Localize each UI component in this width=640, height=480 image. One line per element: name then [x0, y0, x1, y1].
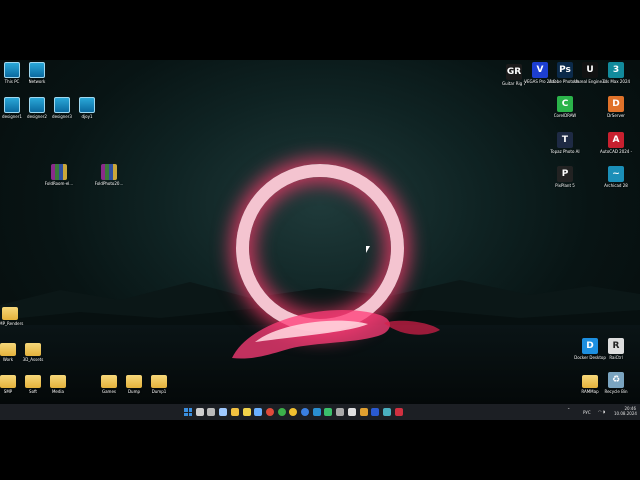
app-icon: T [557, 132, 573, 148]
media-icon[interactable] [254, 408, 262, 416]
folder-icon [2, 307, 18, 320]
desktop-icon-3d-assets[interactable]: 3D_Assets [17, 340, 49, 362]
desktop-icon-label: Media [51, 389, 64, 394]
app-icon: ~ [608, 166, 624, 182]
chrome-icon-3[interactable] [289, 408, 297, 416]
folder-icon [582, 375, 598, 388]
app-icon-red[interactable] [395, 408, 403, 416]
desktop-icon-label: SMP_Renders [0, 321, 24, 326]
desktop-icon-pixplant-5[interactable]: P PixPlant 5 [549, 166, 581, 188]
desktop-icon-foldroom-el[interactable]: FoldRoom-el... [43, 164, 75, 186]
desktop-icon-3ds-max-2024[interactable]: 3 3ds Max 2024 [600, 62, 632, 84]
desktop-icon-network[interactable]: Network [21, 62, 53, 84]
file-explorer-icon[interactable] [231, 408, 239, 416]
desktop-icon-label: PixPlant 5 [555, 183, 575, 188]
app-icon: Ps [557, 62, 573, 78]
wifi-icon[interactable]: ◠ [598, 409, 602, 414]
mouse-cursor [366, 246, 370, 253]
app-icon: R [608, 338, 624, 354]
language-indicator[interactable]: РУС [583, 410, 591, 415]
app-icon: D [582, 338, 598, 354]
folder-icon [101, 375, 117, 388]
desktop-icon-label: RaiCtrl [609, 355, 623, 360]
desktop-icon-drserver[interactable]: D DrServer [600, 96, 632, 118]
start-tile [184, 408, 188, 412]
folder-icon [25, 343, 41, 356]
folder-icon [126, 375, 142, 388]
monitor-icon [79, 97, 95, 113]
desktop-icon-coreldraw[interactable]: C CorelDRAW [549, 96, 581, 118]
clock-date: 10.08.2024 [614, 411, 637, 416]
app-icon: ♻ [608, 372, 624, 388]
desktop-icon-recycle-bin[interactable]: ♻ Recycle Bin [600, 372, 632, 394]
store-icon[interactable] [243, 408, 251, 416]
desktop-icon-label: 3ds Max 2024 [601, 79, 631, 84]
desktop-icon-label: FoldPhoto20... [94, 181, 124, 186]
rar-icon [51, 164, 67, 180]
desktop-icon-topaz-photo-ai[interactable]: T Topaz Photo AI [549, 132, 581, 154]
app-icon: V [532, 62, 548, 78]
desktop-icon-media[interactable]: Media [42, 372, 74, 394]
task-view-icon[interactable] [207, 408, 215, 416]
desktop-icon-foldphoto20[interactable]: FoldPhoto20... [93, 164, 125, 186]
desktop-icon-archicad-28[interactable]: ~ Archicad 28 [600, 166, 632, 188]
app-icon-grey[interactable] [336, 408, 344, 416]
monitor-icon [4, 97, 20, 113]
desktop-icon-djoy1[interactable]: djoy1 [71, 97, 103, 119]
app-icon: U [582, 62, 598, 78]
desktop[interactable]: This PC Network designer1 designer2 designer… [0, 60, 640, 420]
app-icon-blue[interactable] [313, 408, 321, 416]
app-icon: 3 [608, 62, 624, 78]
desktop-icon-label: Recycle Bin [604, 389, 628, 394]
desktop-icon-raictrl[interactable]: R RaiCtrl [600, 338, 632, 360]
monitor-icon [29, 62, 45, 78]
folder-icon [151, 375, 167, 388]
desktop-icon-dump1[interactable]: Dump1 [143, 372, 175, 394]
desktop-icon-label: Dump1 [151, 389, 167, 394]
desktop-icon-label: FoldRoom-el... [44, 181, 74, 186]
desktop-icon-label: CorelDRAW [553, 113, 577, 118]
app-icon: A [608, 132, 624, 148]
chrome-icon[interactable] [266, 408, 274, 416]
app-icon-orange[interactable] [360, 408, 368, 416]
start-tile [184, 412, 188, 416]
app-icon: C [557, 96, 573, 112]
monitor-icon [29, 97, 45, 113]
monitor-icon [54, 97, 70, 113]
chrome-icon-4[interactable] [301, 408, 309, 416]
start-button[interactable] [184, 408, 192, 416]
folder-icon [0, 375, 16, 388]
desktop-icon-label: Archicad 28 [604, 183, 628, 188]
tray-icons[interactable]: ⌃ [567, 407, 570, 412]
chrome-icon-2[interactable] [278, 408, 286, 416]
folder-icon [50, 375, 66, 388]
app-icon-navy[interactable] [371, 408, 379, 416]
chevron-up-icon[interactable]: ⌃ [567, 407, 570, 412]
app-icon-green[interactable] [324, 408, 332, 416]
rar-icon [101, 164, 117, 180]
search-icon[interactable] [196, 408, 204, 416]
desktop-icon-label: 3D_Assets [22, 357, 44, 362]
folder-icon [0, 343, 16, 356]
desktop-icon-label: Network [28, 79, 46, 84]
desktop-icon-autocad-2024-e[interactable]: AAutoCAD 2024 - E... [600, 132, 632, 154]
folder-icon [25, 375, 41, 388]
widgets-icon[interactable] [219, 408, 227, 416]
taskbar: ⌃ РУС ◠ ◗ 20:46 10.08.2024 [0, 404, 640, 420]
monitor-icon [4, 62, 20, 78]
volume-icon[interactable]: ◗ [603, 409, 605, 414]
clock[interactable]: 20:46 10.08.2024 [614, 406, 637, 416]
app-icon: GR [506, 64, 522, 80]
start-tile [188, 408, 192, 412]
desktop-icon-label: AutoCAD 2024 - E... [600, 149, 632, 154]
app-icon: D [608, 96, 624, 112]
app-icon-dark[interactable] [348, 408, 356, 416]
app-icon-teal[interactable] [383, 408, 391, 416]
desktop-icon-smp-renders[interactable]: SMP_Renders [0, 304, 26, 326]
start-tile [188, 412, 192, 416]
desktop-icon-label: djoy1 [81, 114, 93, 119]
app-icon: P [557, 166, 573, 182]
desktop-icon-label: DrServer [607, 113, 625, 118]
desktop-icon-label: Topaz Photo AI [550, 149, 580, 154]
